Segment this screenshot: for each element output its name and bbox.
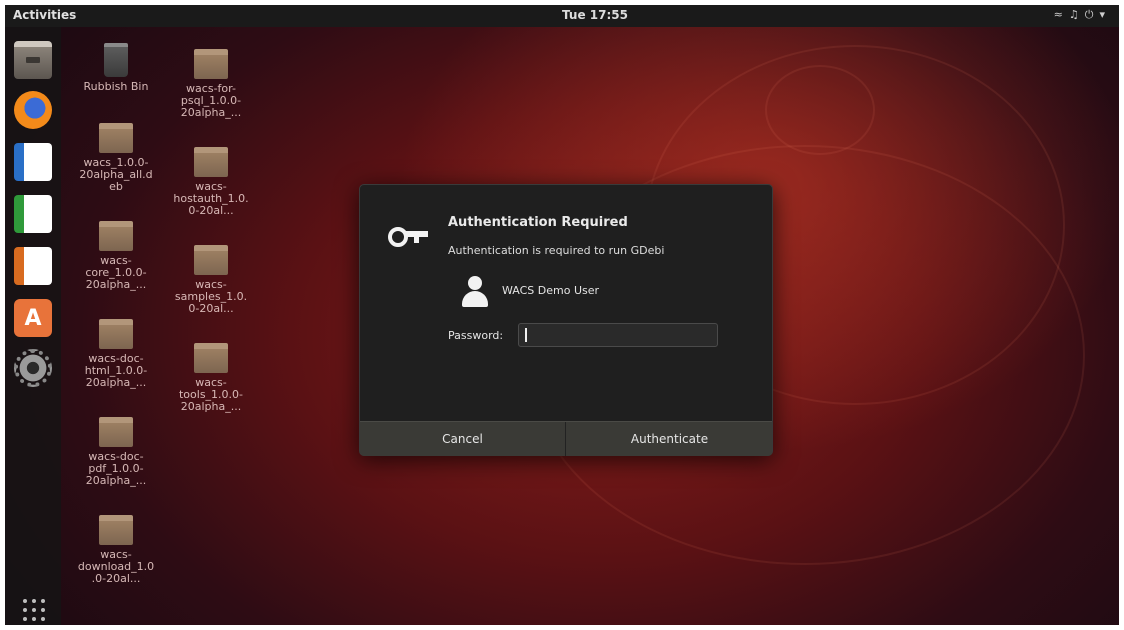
writer-icon[interactable] [14, 143, 52, 181]
calc-icon[interactable] [14, 195, 52, 233]
desktop-icon-package[interactable]: wacs-download_1.0.0-20al... [77, 515, 155, 585]
password-label: Password: [448, 329, 504, 342]
firefox-icon[interactable] [14, 91, 52, 129]
desktop-icon-label: wacs-doc-pdf_1.0.0-20alpha_... [85, 450, 147, 487]
cancel-button[interactable]: Cancel [360, 422, 566, 456]
desktop-icon-label: wacs-hostauth_1.0.0-20al... [173, 180, 249, 217]
system-tray[interactable]: ≈♫⏻▾ [1054, 8, 1111, 22]
package-icon [99, 221, 133, 251]
package-icon [194, 49, 228, 79]
desktop-icon-label: wacs-download_1.0.0-20al... [77, 548, 155, 585]
desktop-icon-label: wacs-core_1.0.0-20alpha_... [85, 254, 147, 291]
desktop-icon-package[interactable]: wacs-tools_1.0.0-20alpha_... [172, 343, 250, 413]
show-applications-icon[interactable] [23, 599, 45, 621]
password-input[interactable] [518, 323, 718, 347]
desktop-icon-label: wacs_1.0.0-20alpha_all.deb [79, 156, 153, 193]
desktop-screen: Activities Tue 17:55 ≈♫⏻▾ A Rubbish Bin … [5, 5, 1119, 625]
trash-icon [104, 43, 128, 77]
desktop-icon-package[interactable]: wacs-hostauth_1.0.0-20al... [172, 147, 250, 217]
package-icon [99, 319, 133, 349]
files-icon[interactable] [14, 41, 52, 79]
top-bar: Activities Tue 17:55 ≈♫⏻▾ [5, 5, 1119, 27]
settings-icon[interactable] [14, 349, 52, 387]
impress-icon[interactable] [14, 247, 52, 285]
key-icon [388, 227, 428, 247]
dialog-message: Authentication is required to run GDebi [448, 244, 665, 257]
volume-icon: ♫ [1068, 8, 1085, 21]
wallpaper-swirl [765, 65, 875, 155]
desktop-icon-package[interactable]: wacs-doc-pdf_1.0.0-20alpha_... [77, 417, 155, 487]
network-icon: ≈ [1053, 8, 1069, 21]
package-icon [194, 343, 228, 373]
activities-button[interactable]: Activities [13, 8, 76, 22]
user-avatar-icon [460, 276, 490, 308]
desktop-icon-label: wacs-tools_1.0.0-20alpha_... [178, 376, 244, 413]
user-name: WACS Demo User [502, 284, 600, 297]
package-icon [99, 123, 133, 153]
package-icon [194, 245, 228, 275]
desktop-icon-label: wacs-doc-html_1.0.0-20alpha_... [84, 352, 148, 389]
desktop-icon-package[interactable]: wacs-doc-html_1.0.0-20alpha_... [77, 319, 155, 389]
software-icon[interactable]: A [14, 299, 52, 337]
chevron-down-icon: ▾ [1099, 8, 1111, 21]
desktop-icon-package[interactable]: wacs-samples_1.0.0-20al... [172, 245, 250, 315]
package-icon [99, 515, 133, 545]
desktop-icon-package[interactable]: wacs-core_1.0.0-20alpha_... [77, 221, 155, 291]
desktop-icon-label: wacs-for-psql_1.0.0-20alpha_... [180, 82, 242, 119]
text-caret [525, 328, 527, 342]
dialog-button-row: Cancel Authenticate [360, 421, 772, 456]
authentication-dialog: Authentication Required Authentication i… [359, 184, 773, 456]
dock: A [5, 27, 61, 625]
desktop-icon-label: Rubbish Bin [83, 80, 149, 93]
package-icon [194, 147, 228, 177]
desktop-icon-package[interactable]: wacs_1.0.0-20alpha_all.deb [77, 123, 155, 193]
desktop-icon-package[interactable]: wacs-for-psql_1.0.0-20alpha_... [172, 49, 250, 119]
power-icon: ⏻ [1084, 8, 1100, 21]
authenticate-button[interactable]: Authenticate [567, 422, 772, 456]
desktop-icon-rubbish-bin[interactable]: Rubbish Bin [77, 43, 155, 93]
desktop-icon-label: wacs-samples_1.0.0-20al... [174, 278, 248, 315]
dialog-title: Authentication Required [448, 215, 628, 230]
clock[interactable]: Tue 17:55 [555, 8, 635, 22]
package-icon [99, 417, 133, 447]
